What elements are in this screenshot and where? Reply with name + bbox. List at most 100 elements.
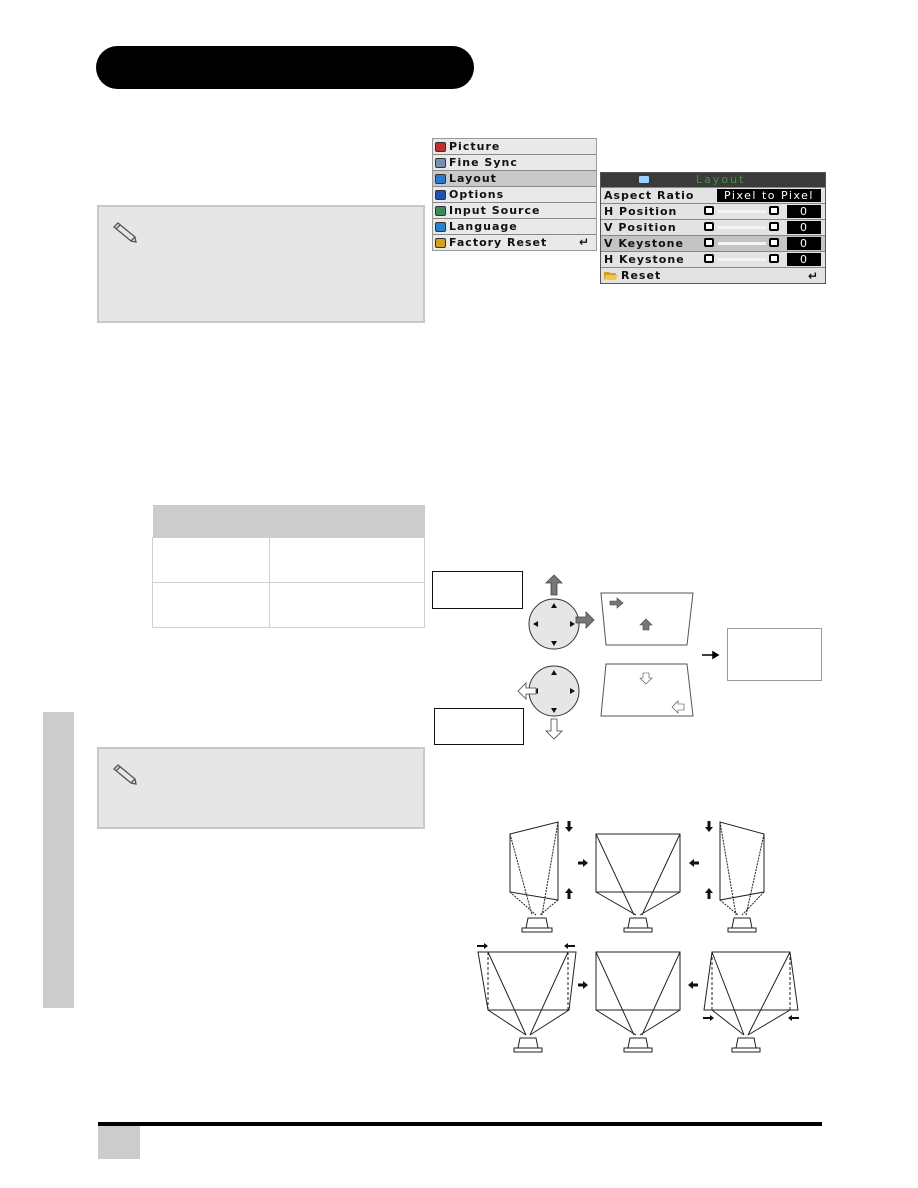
enter-icon: ↵ bbox=[578, 235, 590, 249]
layout-row-h-keystone[interactable]: H Keystone 0 bbox=[601, 251, 825, 267]
menu-item-input-source[interactable]: Input Source bbox=[433, 203, 596, 219]
arrow-down-icon bbox=[545, 718, 563, 740]
table-row bbox=[152, 537, 425, 583]
note-box bbox=[97, 205, 425, 323]
arrow-up-icon bbox=[565, 888, 573, 899]
menu-item-label: Factory Reset bbox=[449, 236, 548, 249]
setting-label: H Keystone bbox=[604, 253, 685, 266]
dpad-icon bbox=[528, 665, 580, 717]
fine-sync-icon bbox=[435, 157, 446, 168]
folder-icon bbox=[435, 237, 446, 248]
increase-icon[interactable] bbox=[769, 206, 779, 215]
table-cell bbox=[152, 537, 270, 583]
adjust-slider[interactable] bbox=[718, 242, 766, 245]
setting-label: V Keystone bbox=[604, 237, 684, 250]
menu-item-label: Language bbox=[449, 220, 518, 233]
arrow-right-icon bbox=[578, 981, 588, 989]
menu-item-label: Input Source bbox=[449, 204, 541, 217]
note-box bbox=[97, 747, 425, 829]
aspect-ratio-row[interactable]: Aspect Ratio Pixel to Pixel bbox=[601, 187, 825, 203]
decrease-icon[interactable] bbox=[704, 206, 714, 215]
layout-menu-title: Layout bbox=[696, 173, 746, 186]
pencil-icon bbox=[113, 764, 137, 785]
decrease-icon[interactable] bbox=[704, 238, 714, 247]
layout-menu-header: Layout bbox=[601, 173, 825, 187]
aspect-ratio-value[interactable]: Pixel to Pixel bbox=[717, 189, 821, 202]
language-icon bbox=[435, 221, 446, 232]
projection-keystone-top bbox=[509, 821, 559, 916]
keystone-adjust-diagram bbox=[517, 574, 720, 740]
menu-item-fine-sync[interactable]: Fine Sync bbox=[433, 155, 596, 171]
setting-value: 0 bbox=[787, 221, 821, 234]
layout-icon bbox=[639, 176, 649, 183]
table-cell bbox=[269, 537, 425, 583]
projector-icon bbox=[731, 1037, 761, 1053]
projector-icon bbox=[623, 917, 653, 933]
table-cell bbox=[152, 582, 270, 628]
projection-corrected bbox=[595, 951, 681, 1036]
menu-item-language[interactable]: Language bbox=[433, 219, 596, 235]
layout-row-v-position[interactable]: V Position 0 bbox=[601, 219, 825, 235]
adjust-slider[interactable] bbox=[718, 210, 766, 213]
menu-item-options[interactable]: Options bbox=[433, 187, 596, 203]
arrow-right-icon bbox=[477, 943, 488, 949]
picture-icon bbox=[435, 141, 446, 152]
enter-icon: ↵ bbox=[807, 268, 819, 283]
arrow-up-icon bbox=[545, 574, 563, 596]
menu-item-layout[interactable]: Layout bbox=[433, 171, 596, 187]
folder-icon bbox=[604, 272, 618, 280]
projector-icon bbox=[513, 1037, 543, 1053]
arrow-right-icon bbox=[702, 650, 720, 660]
layout-icon bbox=[435, 173, 446, 184]
pencil-icon bbox=[113, 222, 137, 243]
main-menu: Picture Fine Sync Layout Options Input Sourc… bbox=[432, 138, 597, 251]
arrow-left-icon bbox=[788, 1015, 799, 1021]
section-title-bar bbox=[96, 46, 474, 89]
arrow-down-icon bbox=[705, 821, 713, 832]
arrow-right-icon bbox=[578, 859, 588, 867]
adjust-slider[interactable] bbox=[718, 258, 766, 261]
layout-row-h-position[interactable]: H Position 0 bbox=[601, 203, 825, 219]
projection-keystone-top bbox=[719, 821, 765, 916]
page-number-box bbox=[98, 1126, 140, 1159]
projector-icon bbox=[521, 917, 553, 933]
info-table bbox=[152, 505, 425, 628]
increase-icon[interactable] bbox=[769, 254, 779, 263]
decrease-icon[interactable] bbox=[704, 222, 714, 231]
projection-corrected bbox=[595, 833, 681, 916]
options-icon bbox=[435, 189, 446, 200]
increase-icon[interactable] bbox=[769, 238, 779, 247]
menu-item-label: Fine Sync bbox=[449, 156, 518, 169]
setting-value: 0 bbox=[787, 253, 821, 266]
setting-label: H Position bbox=[604, 205, 678, 218]
reset-label: Reset bbox=[621, 269, 662, 282]
arrow-up-icon bbox=[705, 888, 713, 899]
projector-icon bbox=[727, 917, 757, 933]
setting-value: 0 bbox=[787, 205, 821, 218]
adjust-slider[interactable] bbox=[718, 226, 766, 229]
reset-row[interactable]: Reset ↵ bbox=[601, 267, 825, 283]
menu-item-picture[interactable]: Picture bbox=[433, 139, 596, 155]
menu-item-factory-reset[interactable]: Factory Reset ↵ bbox=[433, 235, 596, 250]
arrow-down-icon bbox=[565, 821, 573, 832]
projection-keystone-side bbox=[703, 951, 799, 1036]
layout-row-v-keystone[interactable]: V Keystone 0 bbox=[601, 235, 825, 251]
footer-rule bbox=[98, 1122, 822, 1126]
decrease-icon[interactable] bbox=[704, 254, 714, 263]
arrow-left-icon bbox=[688, 981, 698, 989]
menu-item-label: Options bbox=[449, 188, 505, 201]
arrow-right-icon bbox=[703, 1015, 714, 1021]
increase-icon[interactable] bbox=[769, 222, 779, 231]
menu-item-label: Layout bbox=[449, 172, 497, 185]
table-row bbox=[152, 582, 425, 628]
arrow-left-icon bbox=[689, 859, 699, 867]
arrow-left-icon bbox=[564, 943, 575, 949]
side-tab bbox=[43, 712, 74, 1008]
setting-value: 0 bbox=[787, 237, 821, 250]
menu-item-label: Picture bbox=[449, 140, 501, 153]
keystone-illustration bbox=[477, 821, 799, 1053]
projector-icon bbox=[623, 1037, 653, 1053]
dpad-icon bbox=[528, 598, 580, 650]
table-cell bbox=[269, 582, 425, 628]
projection-keystone-side bbox=[477, 951, 577, 1036]
